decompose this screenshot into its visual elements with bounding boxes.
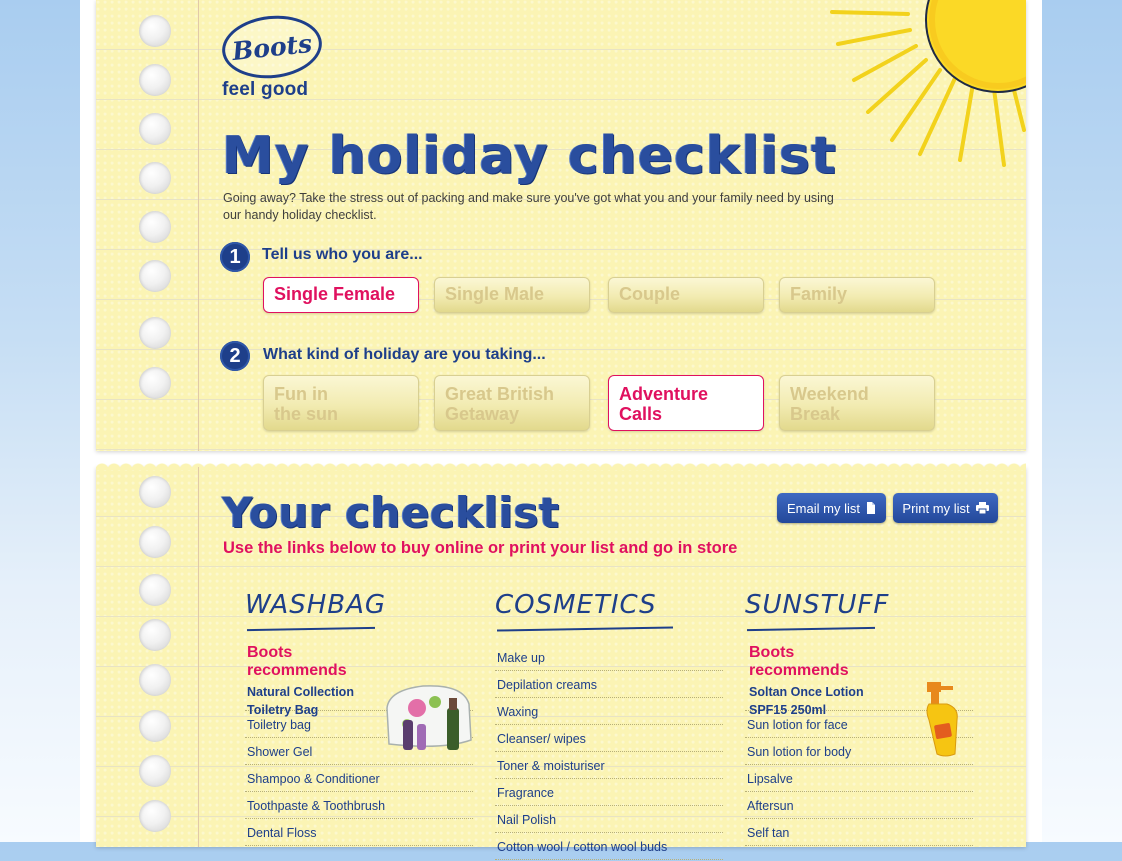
binder-hole xyxy=(139,211,171,243)
heading-underline xyxy=(496,626,674,632)
binder-hole xyxy=(139,64,171,96)
option-line: Calls xyxy=(619,404,663,424)
option-line: Getaway xyxy=(445,404,520,424)
boots-logo[interactable]: Boots feel good xyxy=(219,10,325,101)
list-item[interactable]: Fragrance xyxy=(495,779,723,806)
cosmetics-heading: COSMETICS xyxy=(495,590,723,632)
option-couple[interactable]: Couple xyxy=(608,277,764,313)
product-line: Soltan Once Lotion xyxy=(749,685,864,699)
list-item[interactable]: Depilation creams xyxy=(495,671,723,698)
sunstuff-heading: SUNSTUFF xyxy=(745,590,973,632)
washbag-column: WASHBAG Boots recommends Natural Collect… xyxy=(245,590,473,846)
step-1-badge: 1 xyxy=(220,242,250,272)
recommended-product: Soltan Once Lotion SPF15 250ml xyxy=(749,683,864,719)
option-great-british-getaway[interactable]: Great British Getaway xyxy=(434,375,590,431)
list-item[interactable]: Toothpaste & Toothbrush xyxy=(245,792,473,819)
checklist-title: Your checklist xyxy=(222,488,560,537)
list-item[interactable]: Make up xyxy=(495,644,723,671)
option-weekend-break[interactable]: Weekend Break xyxy=(779,375,935,431)
product-line: Toiletry Bag xyxy=(247,703,319,717)
binder-hole xyxy=(139,800,171,832)
cosmetics-heading-text: COSMETICS xyxy=(495,590,657,620)
option-single-female[interactable]: Single Female xyxy=(263,277,419,313)
binder-hole xyxy=(139,113,171,145)
binder-hole xyxy=(139,619,171,651)
recommends-title: Boots recommends xyxy=(247,644,347,680)
washbag-heading: WASHBAG xyxy=(245,590,473,632)
sun-lotion-bottle-image xyxy=(926,682,958,757)
recommends-line: Boots xyxy=(247,644,293,661)
list-item[interactable]: Lipsalve xyxy=(745,765,973,792)
option-line: Fun in xyxy=(274,384,328,404)
list-item[interactable]: Aftersun xyxy=(745,792,973,819)
product-line: Natural Collection xyxy=(247,685,354,699)
print-list-label: Print my list xyxy=(902,500,970,516)
option-line: Weekend xyxy=(790,384,869,404)
page-title: My holiday checklist xyxy=(222,126,837,186)
binder-hole xyxy=(139,526,171,558)
washbag-heading-text: WASHBAG xyxy=(245,590,387,620)
binder-hole xyxy=(139,260,171,292)
binder-hole xyxy=(139,574,171,606)
boots-recommends-washbag[interactable]: Boots recommends Natural Collection Toil… xyxy=(245,630,473,750)
document-icon xyxy=(866,502,875,514)
email-list-button[interactable]: Email my list xyxy=(777,493,886,523)
cosmetics-column: COSMETICS Make up Depilation creams Waxi… xyxy=(495,590,723,860)
option-fun-in-the-sun[interactable]: Fun in the sun xyxy=(263,375,419,431)
margin-line xyxy=(198,467,199,847)
intro-text: Going away? Take the stress out of packi… xyxy=(223,191,834,222)
binder-hole xyxy=(139,317,171,349)
recommends-line: recommends xyxy=(247,662,347,679)
list-item[interactable]: Cotton wool / cotton wool buds xyxy=(495,833,723,860)
step-2-label: What kind of holiday are you taking... xyxy=(263,346,546,363)
cosmetics-items: Make up Depilation creams Waxing Cleanse… xyxy=(495,644,723,860)
list-item[interactable]: Toner & moisturiser xyxy=(495,752,723,779)
step-1-label: Tell us who you are... xyxy=(262,246,423,263)
step-2-badge: 2 xyxy=(220,341,250,371)
list-item[interactable]: Cleanser/ wipes xyxy=(495,725,723,752)
print-list-button[interactable]: Print my list xyxy=(893,493,998,523)
binder-hole xyxy=(139,476,171,508)
binder-hole xyxy=(139,755,171,787)
list-item[interactable]: Waxing xyxy=(495,698,723,725)
option-line: the sun xyxy=(274,404,339,424)
option-adventure-calls[interactable]: Adventure Calls xyxy=(608,375,764,431)
checklist-subtitle: Use the links below to buy online or pri… xyxy=(223,539,738,557)
list-item[interactable]: Shampoo & Conditioner xyxy=(245,765,473,792)
printer-icon xyxy=(975,502,989,514)
binder-hole xyxy=(139,367,171,399)
logo-tagline: feel good xyxy=(222,79,309,100)
binder-hole xyxy=(139,15,171,47)
sunstuff-heading-text: SUNSTUFF xyxy=(745,590,890,620)
email-list-label: Email my list xyxy=(787,500,860,516)
option-line: Great British xyxy=(445,384,555,404)
margin-line xyxy=(198,0,199,451)
recommended-product: Natural Collection Toiletry Bag xyxy=(247,683,354,719)
toiletry-bag-image xyxy=(386,685,472,750)
list-item[interactable]: Nail Polish xyxy=(495,806,723,833)
recommends-title: Boots recommends xyxy=(749,644,849,680)
sun-illustration xyxy=(830,0,1026,167)
boots-recommends-sunstuff[interactable]: Boots recommends Soltan Once Lotion SPF1… xyxy=(745,630,973,757)
binder-hole xyxy=(139,664,171,696)
binder-hole xyxy=(139,710,171,742)
option-line: Break xyxy=(790,404,841,424)
recommends-line: recommends xyxy=(749,662,849,679)
product-line: SPF15 250ml xyxy=(749,703,827,717)
option-line: Adventure xyxy=(619,384,709,404)
recommends-line: Boots xyxy=(749,644,795,661)
binder-hole xyxy=(139,162,171,194)
option-single-male[interactable]: Single Male xyxy=(434,277,590,313)
option-family[interactable]: Family xyxy=(779,277,935,313)
logo-wordmark: Boots xyxy=(219,10,325,84)
sunstuff-column: SUNSTUFF Boots recommends Soltan Once Lo… xyxy=(745,590,973,846)
